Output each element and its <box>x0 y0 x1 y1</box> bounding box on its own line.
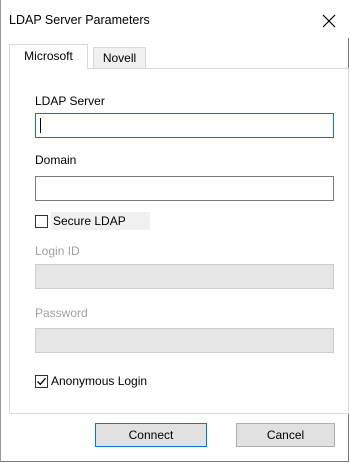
ldap-server-input[interactable] <box>35 113 334 138</box>
close-button[interactable] <box>316 8 342 34</box>
password-input[interactable] <box>35 328 334 353</box>
checkmark-icon <box>37 377 46 385</box>
secure-ldap-box[interactable] <box>35 214 48 228</box>
domain-label: Domain <box>35 153 77 167</box>
anonymous-login-box[interactable] <box>35 374 48 388</box>
login-id-label: Login ID <box>35 244 80 258</box>
window-title: LDAP Server Parameters <box>9 13 150 27</box>
domain-input[interactable] <box>35 176 334 201</box>
cancel-button[interactable]: Cancel <box>236 423 335 447</box>
title-bar: LDAP Server Parameters <box>1 0 350 38</box>
anonymous-login-checkbox[interactable]: Anonymous Login <box>35 371 147 391</box>
tab-novell[interactable]: Novell <box>93 47 146 68</box>
close-icon <box>322 14 336 28</box>
ldap-server-label: LDAP Server <box>35 94 105 108</box>
secure-ldap-label: Secure LDAP <box>51 212 150 230</box>
secure-ldap-checkbox[interactable]: Secure LDAP <box>35 211 150 231</box>
tab-microsoft[interactable]: Microsoft <box>9 44 88 69</box>
anonymous-login-label: Anonymous Login <box>51 374 148 388</box>
password-label: Password <box>35 306 88 320</box>
tab-strip: Microsoft Novell <box>9 44 349 69</box>
tab-panel-microsoft: LDAP Server Domain Secure LDAP Login ID … <box>9 68 349 414</box>
ldap-dialog: LDAP Server Parameters Microsoft Novell … <box>0 0 350 462</box>
connect-button[interactable]: Connect <box>95 423 207 447</box>
login-id-input[interactable] <box>35 264 334 289</box>
text-caret <box>40 118 41 133</box>
